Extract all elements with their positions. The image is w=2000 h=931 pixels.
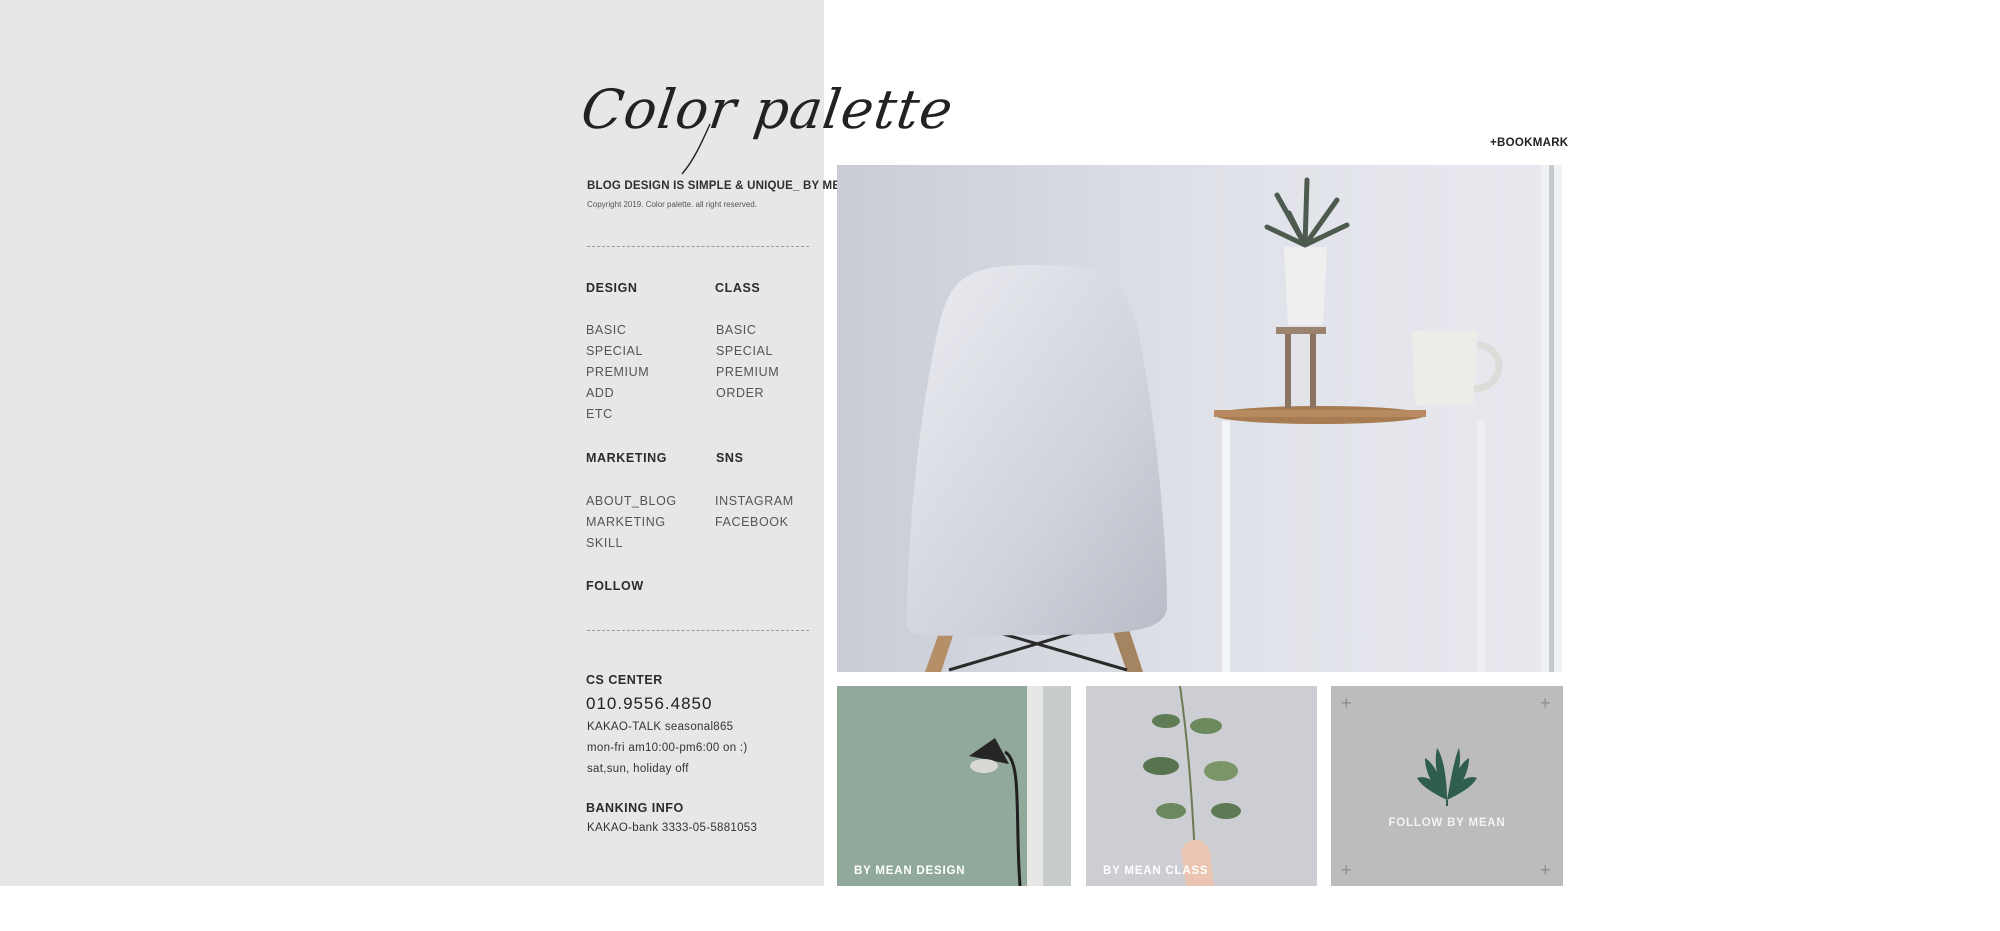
nav-design-basic[interactable]: BASIC [586, 323, 627, 337]
tile-class-photo [1086, 686, 1317, 886]
cs-hours: mon-fri am10:00-pm6:00 on :) [587, 742, 748, 754]
cs-center-heading: CS CENTER [586, 673, 663, 687]
divider [587, 630, 809, 631]
nav-marketing-about-blog[interactable]: ABOUT_BLOG [586, 494, 677, 508]
divider [587, 246, 809, 247]
plus-icon: + [1341, 693, 1352, 713]
tile-label: BY MEAN DESIGN [854, 865, 966, 877]
nav-heading-class: CLASS [715, 281, 761, 295]
cs-days-off: sat,sun, holiday off [587, 763, 689, 775]
nav-heading-sns: SNS [716, 451, 744, 465]
nav-heading-design: DESIGN [586, 281, 638, 295]
nav-heading-marketing: MARKETING [586, 451, 668, 465]
plus-icon: + [1540, 693, 1551, 713]
nav-class-premium[interactable]: PREMIUM [716, 365, 779, 379]
copyright: Copyright 2019. Color palette. all right… [587, 200, 757, 209]
nav-sns-facebook[interactable]: FACEBOOK [715, 515, 789, 529]
cs-kakao-talk: KAKAO-TALK seasonal865 [587, 721, 734, 733]
tile-design-photo [837, 686, 1071, 886]
tile-label: FOLLOW BY MEAN [1388, 817, 1506, 829]
tile-label: BY MEAN CLASS [1103, 865, 1209, 877]
nav-design-etc[interactable]: ETC [586, 407, 613, 421]
tile-by-mean-class[interactable]: BY MEAN CLASS [1086, 686, 1317, 886]
tile-by-mean-design[interactable]: BY MEAN DESIGN [837, 686, 1071, 886]
nav-marketing-marketing[interactable]: MARKETING [586, 515, 666, 529]
tagline: BLOG DESIGN IS SIMPLE & UNIQUE_ BY MEAN [587, 180, 858, 192]
nav-class-order[interactable]: ORDER [716, 386, 764, 400]
nav-sns-instagram[interactable]: INSTAGRAM [715, 494, 794, 508]
nav-heading-follow[interactable]: FOLLOW [586, 579, 644, 593]
nav-design-special[interactable]: SPECIAL [586, 344, 643, 358]
tile-follow-by-mean[interactable]: + + + + FOLLOW BY MEAN [1331, 686, 1563, 886]
leaf-icon [1417, 748, 1477, 806]
banking-info-heading: BANKING INFO [586, 801, 684, 815]
sidebar: Color palette BLOG DESIGN IS SIMPLE & UN… [0, 0, 957, 886]
nav-marketing-skill[interactable]: SKILL [586, 536, 623, 550]
nav-design-add[interactable]: ADD [586, 386, 614, 400]
plus-icon: + [1540, 860, 1551, 880]
logo-swash [681, 123, 711, 175]
nav-class-basic[interactable]: BASIC [716, 323, 757, 337]
banking-account: KAKAO-bank 3333-05-5881053 [587, 822, 758, 834]
cs-phone-number: 010.9556.4850 [586, 694, 713, 713]
hero-image[interactable] [837, 165, 1562, 672]
nav-class-special[interactable]: SPECIAL [716, 344, 773, 358]
nav-design-premium[interactable]: PREMIUM [586, 365, 649, 379]
bookmark-button[interactable]: +BOOKMARK [1490, 137, 1568, 149]
hero-photo [837, 165, 1562, 672]
logo[interactable]: Color palette [578, 78, 958, 141]
plus-icon: + [1341, 860, 1352, 880]
